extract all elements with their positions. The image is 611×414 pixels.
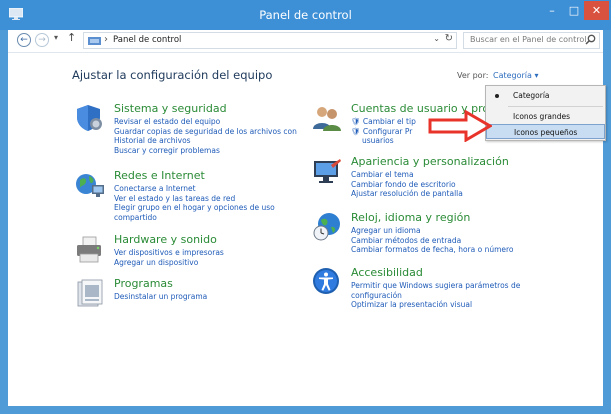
category-link[interactable]: Conectarse a Internet bbox=[114, 184, 275, 194]
category-link[interactable]: compartido bbox=[114, 213, 275, 223]
users-icon bbox=[313, 107, 341, 131]
search-placeholder: Buscar en el Panel de control bbox=[470, 35, 587, 44]
selected-bullet-icon bbox=[495, 94, 499, 98]
menu-item-small-icons[interactable]: Iconos pequeños bbox=[486, 124, 605, 139]
search-input[interactable]: Buscar en el Panel de control bbox=[463, 32, 600, 49]
category-title[interactable]: Programas bbox=[114, 277, 173, 290]
view-by-label: Ver por: bbox=[457, 71, 489, 80]
category-link[interactable]: Guardar copias de seguridad de los archi… bbox=[114, 127, 297, 137]
address-path-box[interactable]: › Panel de control ⌄ ↻ bbox=[83, 32, 457, 49]
red-arrow-icon bbox=[428, 110, 492, 142]
back-icon[interactable]: ← bbox=[17, 33, 31, 47]
forward-icon[interactable]: → bbox=[35, 33, 49, 47]
category-link[interactable]: Ajustar resolución de pantalla bbox=[351, 189, 463, 199]
menu-item-category[interactable]: Categoría bbox=[486, 88, 605, 103]
category-link[interactable]: Elegir grupo en el hogar y opciones de u… bbox=[114, 203, 275, 213]
view-by-dropdown-menu: Categoría Iconos grandes Iconos pequeños bbox=[485, 85, 606, 141]
accessibility-icon bbox=[313, 268, 339, 294]
maximize-button[interactable]: □ bbox=[564, 1, 584, 20]
chevron-right-icon: › bbox=[104, 34, 108, 45]
refresh-icon[interactable]: ↻ bbox=[445, 33, 453, 44]
shield-icon bbox=[77, 105, 102, 131]
category-title[interactable]: Reloj, idioma y región bbox=[351, 211, 470, 224]
category-link[interactable]: 🛡 Cambiar el tip bbox=[351, 117, 416, 127]
menu-item-large-icons[interactable]: Iconos grandes bbox=[486, 109, 605, 124]
category-link[interactable]: Historial de archivos bbox=[114, 136, 297, 146]
uac-shield-icon: 🛡 bbox=[351, 126, 361, 136]
folder-icon bbox=[88, 37, 101, 45]
network-globe-icon bbox=[76, 174, 104, 197]
category-link[interactable]: Desinstalar un programa bbox=[114, 292, 207, 302]
menu-separator bbox=[508, 106, 603, 107]
search-icon[interactable] bbox=[585, 34, 596, 45]
category-link[interactable]: Cambiar fondo de escritorio bbox=[351, 180, 463, 190]
category-title[interactable]: Sistema y seguridad bbox=[114, 102, 227, 115]
menu-item-label: Iconos pequeños bbox=[514, 128, 578, 137]
category-link[interactable]: Cambiar el tema bbox=[351, 170, 463, 180]
view-by-selector[interactable]: Categoría ▾ bbox=[493, 71, 539, 80]
category-link[interactable]: usuarios bbox=[351, 136, 416, 146]
address-bar: ← → ▾ ↑ › Panel de control ⌄ ↻ Buscar en… bbox=[8, 30, 603, 53]
category-title[interactable]: Hardware y sonido bbox=[114, 233, 217, 246]
category-title[interactable]: Redes e Internet bbox=[114, 169, 205, 182]
window-title: Panel de control bbox=[259, 8, 352, 22]
recent-icon[interactable]: ▾ bbox=[54, 33, 58, 42]
category-link[interactable]: Ver el estado y las tareas de red bbox=[114, 194, 275, 204]
category-link[interactable]: configuración bbox=[351, 291, 520, 301]
category-link[interactable]: Optimizar la presentación visual bbox=[351, 300, 520, 310]
category-link[interactable]: Permitir que Windows sugiera parámetros … bbox=[351, 281, 520, 291]
control-panel-window: Panel de control – □ ✕ ← → ▾ ↑ › Panel d… bbox=[0, 0, 611, 414]
page-title: Ajustar la configuración del equipo bbox=[72, 68, 273, 82]
minimize-button[interactable]: – bbox=[540, 1, 564, 20]
category-link[interactable]: 🛡 Configurar Pr bbox=[351, 127, 416, 137]
category-link[interactable]: Buscar y corregir problemas bbox=[114, 146, 297, 156]
category-link[interactable]: Revisar el estado del equipo bbox=[114, 117, 297, 127]
content-area: ← → ▾ ↑ › Panel de control ⌄ ↻ Buscar en… bbox=[8, 30, 606, 406]
category-link[interactable]: Cambiar formatos de fecha, hora o número bbox=[351, 245, 514, 255]
menu-item-label: Categoría bbox=[513, 91, 550, 100]
menu-item-label: Iconos grandes bbox=[513, 112, 571, 121]
category-title[interactable]: Accesibilidad bbox=[351, 266, 423, 279]
category-title[interactable]: Apariencia y personalización bbox=[351, 155, 509, 168]
uac-shield-icon: 🛡 bbox=[351, 117, 361, 126]
close-button[interactable]: ✕ bbox=[584, 1, 609, 20]
category-link-text: Cambiar el tip bbox=[362, 117, 416, 126]
category-link[interactable]: Ver dispositivos e impresoras bbox=[114, 248, 224, 258]
programs-icon bbox=[77, 279, 103, 307]
clock-globe-icon bbox=[313, 213, 340, 241]
category-link-text: Configurar Pr bbox=[362, 126, 413, 136]
chevron-down-icon[interactable]: ⌄ bbox=[433, 34, 440, 43]
title-bar[interactable]: Panel de control – □ ✕ bbox=[0, 0, 611, 30]
breadcrumb[interactable]: Panel de control bbox=[113, 35, 181, 45]
up-icon[interactable]: ↑ bbox=[67, 31, 76, 44]
category-link[interactable]: Agregar un idioma bbox=[351, 226, 514, 236]
category-link[interactable]: Agregar un dispositivo bbox=[114, 258, 224, 268]
category-link[interactable]: Cambiar métodos de entrada bbox=[351, 236, 514, 246]
printer-icon bbox=[77, 236, 101, 263]
display-icon bbox=[314, 159, 341, 183]
